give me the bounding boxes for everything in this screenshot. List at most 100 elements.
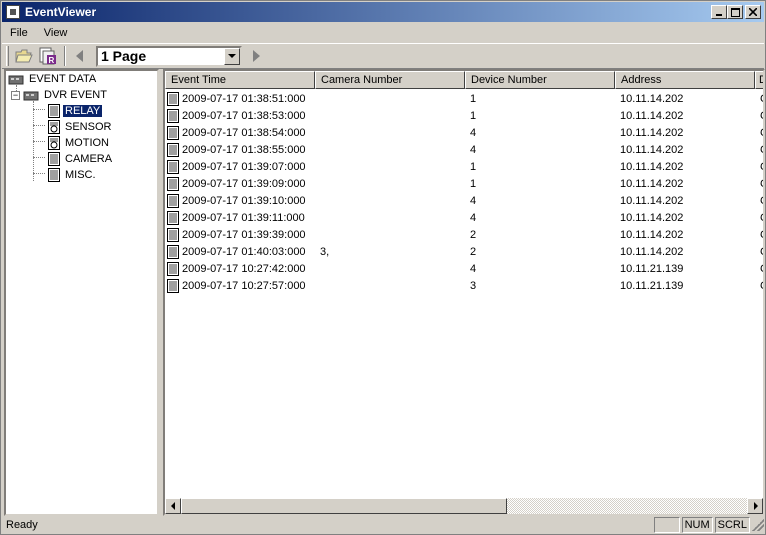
document-icon: [167, 142, 179, 157]
table-row[interactable]: 2009-07-17 10:27:57:000 3 10.11.21.139 C: [165, 277, 763, 294]
tree-label: SENSOR: [65, 121, 112, 133]
cell-event-time: 2009-07-17 01:39:07:000: [165, 159, 315, 174]
status-num: NUM: [681, 517, 713, 533]
table-row[interactable]: 2009-07-17 01:38:54:000 4 10.11.14.202 C: [165, 124, 763, 141]
cell-text: 2009-07-17 01:38:53:000: [182, 109, 306, 122]
tree-connector: [33, 109, 45, 110]
scroll-thumb[interactable]: [181, 498, 507, 514]
document-icon: [167, 91, 179, 106]
tree-label: MISC.: [65, 169, 96, 181]
cell-event-time: 2009-07-17 01:38:54:000: [165, 125, 315, 140]
cell-device-number: 3: [470, 279, 477, 292]
event-tree[interactable]: EVENT DATA − DVR EVENT RELAY SENSOR MOTI…: [4, 69, 159, 516]
cell-text: 2009-07-17 01:38:54:000: [182, 126, 306, 139]
cell-device-number: 2: [470, 245, 477, 258]
close-button[interactable]: [745, 5, 761, 19]
menu-bar: File View: [2, 23, 764, 42]
table-row[interactable]: 2009-07-17 01:38:53:000 1 10.11.14.202 C: [165, 107, 763, 124]
cell-text: 2009-07-17 01:39:09:000: [182, 177, 306, 190]
table-row[interactable]: 2009-07-17 01:39:10:000 4 10.11.14.202 C: [165, 192, 763, 209]
minimize-button[interactable]: [711, 5, 727, 19]
scroll-right-button[interactable]: [747, 498, 763, 514]
tree-node-camera[interactable]: CAMERA: [46, 151, 114, 167]
table-row[interactable]: 2009-07-17 10:27:42:000 4 10.11.21.139 C: [165, 260, 763, 277]
cell-text: 2009-07-17 01:39:07:000: [182, 160, 306, 173]
column-header-address[interactable]: Address: [615, 71, 755, 89]
cell-truncated: C: [758, 195, 763, 207]
collapse-toggle[interactable]: −: [11, 90, 20, 100]
cell-device-number: 1: [470, 92, 477, 105]
cell-address: 10.11.14.202: [620, 211, 684, 224]
cell-address: 10.11.14.202: [620, 143, 684, 156]
scroll-left-button[interactable]: [165, 498, 181, 514]
menu-view[interactable]: View: [36, 27, 76, 39]
cell-event-time: 2009-07-17 10:27:42:000: [165, 261, 315, 276]
document-icon: [167, 278, 179, 293]
column-header-truncated[interactable]: D: [755, 71, 763, 89]
resize-grip[interactable]: [752, 519, 764, 531]
arrow-right-icon: [253, 50, 260, 62]
table-row[interactable]: 2009-07-17 01:39:39:000 2 10.11.14.202 C: [165, 226, 763, 243]
cell-address: 10.11.14.202: [620, 245, 684, 258]
cell-truncated: C: [758, 110, 763, 122]
arrow-left-icon: [170, 502, 175, 510]
horizontal-scrollbar[interactable]: [165, 498, 763, 514]
page-selector[interactable]: 1 Page: [96, 45, 242, 67]
open-button[interactable]: [13, 45, 35, 67]
menu-file[interactable]: File: [2, 27, 36, 39]
cell-truncated: C: [758, 229, 763, 241]
toolbar-separator: [64, 46, 66, 66]
title-bar[interactable]: EventViewer: [2, 2, 764, 22]
next-page-button[interactable]: [245, 45, 267, 67]
window-controls: [711, 5, 761, 19]
minimize-icon: [716, 14, 722, 16]
report-button[interactable]: R: [37, 45, 59, 67]
cell-address: 10.11.14.202: [620, 194, 684, 207]
cell-event-time: 2009-07-17 01:39:10:000: [165, 193, 315, 208]
cell-address: 10.11.14.202: [620, 92, 684, 105]
cell-event-time: 2009-07-17 10:27:57:000: [165, 278, 315, 293]
table-row[interactable]: 2009-07-17 01:38:55:000 4 10.11.14.202 C: [165, 141, 763, 158]
event-list[interactable]: Event Time Camera Number Device Number A…: [163, 69, 765, 516]
cell-event-time: 2009-07-17 01:40:03:000: [165, 244, 315, 259]
table-row[interactable]: 2009-07-17 01:40:03:000 3, 2 10.11.14.202 C: [165, 243, 763, 260]
scroll-track[interactable]: [181, 498, 747, 514]
table-row[interactable]: 2009-07-17 01:39:11:000 4 10.11.14.202 C: [165, 209, 763, 226]
tree-node-motion[interactable]: MOTION: [46, 135, 111, 151]
list-header: Event Time Camera Number Device Number A…: [165, 71, 763, 89]
tree-node-sensor[interactable]: SENSOR: [46, 119, 113, 135]
tree-connector: [33, 173, 45, 174]
document-icon: [167, 193, 179, 208]
tree-node-misc[interactable]: MISC.: [46, 167, 98, 183]
tree-node-dvr-event[interactable]: − DVR EVENT: [11, 87, 109, 103]
arrow-right-icon: [753, 502, 758, 510]
toolbar-grip[interactable]: [6, 46, 9, 66]
cell-device-number: 4: [470, 194, 477, 207]
document-icon: [167, 210, 179, 225]
cell-text: 2009-07-17 01:38:51:000: [182, 92, 306, 105]
table-row[interactable]: 2009-07-17 01:39:09:000 1 10.11.14.202 C: [165, 175, 763, 192]
column-header-camera-number[interactable]: Camera Number: [315, 71, 465, 89]
cell-device-number: 1: [470, 177, 477, 190]
tree-node-event-data[interactable]: EVENT DATA: [8, 71, 98, 87]
document-icon: [48, 152, 60, 166]
maximize-button[interactable]: [727, 5, 743, 19]
sensor-document-icon: [48, 120, 60, 134]
cell-event-time: 2009-07-17 01:38:55:000: [165, 142, 315, 157]
document-icon: [48, 168, 60, 182]
status-text: Ready: [6, 519, 38, 531]
cell-text: 2009-07-17 01:40:03:000: [182, 245, 306, 258]
prev-page-button[interactable]: [69, 45, 91, 67]
cell-truncated: C: [758, 263, 763, 275]
tree-label: EVENT DATA: [29, 73, 97, 85]
column-header-event-time[interactable]: Event Time: [165, 71, 315, 89]
cell-address: 10.11.14.202: [620, 177, 684, 190]
table-row[interactable]: 2009-07-17 01:39:07:000 1 10.11.14.202 C: [165, 158, 763, 175]
cell-truncated: C: [758, 161, 763, 173]
page-selector-dropdown-button[interactable]: [224, 47, 240, 65]
column-header-device-number[interactable]: Device Number: [465, 71, 615, 89]
tree-node-relay[interactable]: RELAY: [46, 103, 104, 119]
chevron-down-icon: [228, 53, 236, 58]
table-row[interactable]: 2009-07-17 01:38:51:000 1 10.11.14.202 C: [165, 90, 763, 107]
document-icon: [167, 176, 179, 191]
